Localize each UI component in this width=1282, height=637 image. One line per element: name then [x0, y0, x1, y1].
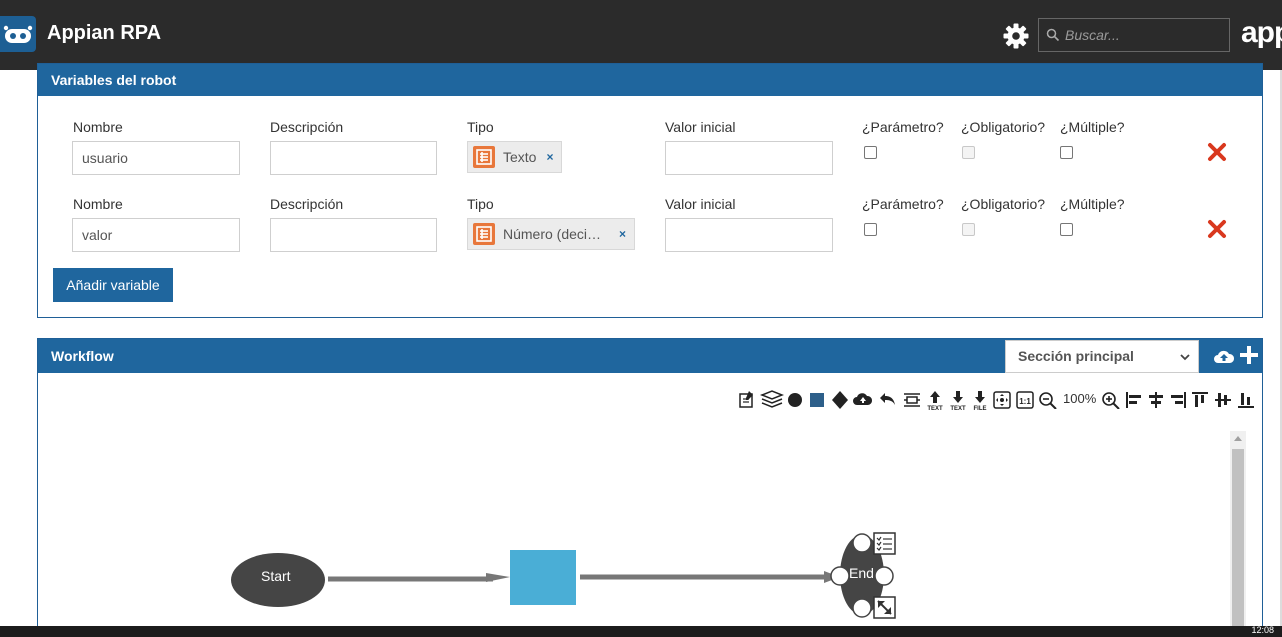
- multiple-checkbox[interactable]: [1060, 146, 1073, 159]
- description-label: Descripción: [270, 196, 344, 212]
- required-checkbox: [962, 223, 975, 236]
- multiple-label: ¿Múltiple?: [1060, 196, 1125, 212]
- description-label: Descripción: [270, 119, 344, 135]
- zoom-out-icon[interactable]: [1038, 389, 1058, 413]
- required-label: ¿Obligatorio?: [961, 119, 1046, 135]
- appian-brand-logo: appian: [1241, 16, 1282, 49]
- fit-screen-icon[interactable]: [992, 389, 1012, 413]
- resize-icon[interactable]: [873, 596, 896, 619]
- undo-icon[interactable]: [878, 389, 898, 413]
- workflow-title: Workflow: [51, 348, 114, 364]
- search-icon: [1046, 28, 1060, 42]
- actual-size-label: 1:1: [1019, 397, 1031, 406]
- circle-icon[interactable]: [786, 389, 806, 413]
- align-top-icon[interactable]: [1190, 389, 1210, 413]
- multiple-checkbox[interactable]: [1060, 223, 1073, 236]
- align-bottom-icon[interactable]: [1236, 389, 1256, 413]
- align-center-icon[interactable]: [1146, 389, 1166, 413]
- align-right-icon[interactable]: [1168, 389, 1188, 413]
- app-root: Appian RPA appian Variabl: [0, 0, 1282, 637]
- zoom-in-icon[interactable]: [1101, 389, 1121, 413]
- search-input[interactable]: [1065, 19, 1225, 51]
- cloud-upload-icon[interactable]: [1213, 345, 1235, 365]
- type-icon: [473, 223, 495, 245]
- end-node-label: End: [849, 565, 874, 581]
- variable-name-input[interactable]: [72, 141, 240, 175]
- delete-variable-icon[interactable]: [1206, 218, 1228, 240]
- end-handle-left[interactable]: [830, 566, 850, 586]
- robot-logo-icon[interactable]: [0, 16, 36, 52]
- cloud-icon[interactable]: [853, 389, 873, 413]
- multiple-label: ¿Múltiple?: [1060, 119, 1125, 135]
- variable-name-input[interactable]: [72, 218, 240, 252]
- parameter-checkbox[interactable]: [864, 146, 877, 159]
- diamond-icon[interactable]: [830, 389, 850, 413]
- workflow-header: Workflow Sección principal: [38, 339, 1262, 373]
- delete-variable-icon[interactable]: [1206, 141, 1228, 163]
- variable-description-input[interactable]: [270, 141, 437, 175]
- type-tag[interactable]: Número (decimal) ×: [467, 218, 635, 250]
- chevron-down-icon: [1180, 354, 1190, 361]
- variable-description-input[interactable]: [270, 218, 437, 252]
- robot-variables-panel: Variables del robot Nombre Descripción T…: [37, 63, 1263, 318]
- os-taskbar: 12:08: [0, 625, 1282, 637]
- end-handle-right[interactable]: [874, 566, 894, 586]
- parameter-checkbox[interactable]: [864, 223, 877, 236]
- workflow-canvas[interactable]: Start End: [38, 431, 1264, 637]
- app-title: Appian RPA: [47, 22, 162, 44]
- type-label: Tipo: [467, 196, 494, 212]
- initial-value-label: Valor inicial: [665, 196, 736, 212]
- end-handle-top[interactable]: [852, 533, 872, 553]
- app-header: Appian RPA appian: [0, 0, 1282, 70]
- start-node-label: Start: [261, 568, 291, 584]
- notes-icon[interactable]: [738, 389, 758, 413]
- end-handle-bottom[interactable]: [852, 598, 872, 618]
- initial-value-label: Valor inicial: [665, 119, 736, 135]
- actual-size-icon[interactable]: 1:1: [1015, 389, 1035, 413]
- remove-type-icon[interactable]: ×: [546, 150, 553, 164]
- type-tag-text: Texto: [503, 149, 537, 165]
- add-variable-button[interactable]: Añadir variable: [53, 268, 173, 302]
- search-box[interactable]: [1038, 18, 1230, 52]
- align-middle-icon[interactable]: [1213, 389, 1233, 413]
- upload-text-icon[interactable]: TEXT: [925, 389, 945, 413]
- download-text-icon[interactable]: TEXT: [948, 389, 968, 413]
- task-node[interactable]: [510, 550, 576, 605]
- type-icon: [473, 146, 495, 168]
- layers-icon[interactable]: [759, 389, 785, 413]
- zoom-level: 100%: [1063, 391, 1097, 406]
- robot-variables-title: Variables del robot: [38, 64, 1262, 96]
- section-select[interactable]: Sección principal: [1005, 340, 1199, 373]
- parameter-label: ¿Parámetro?: [862, 196, 944, 212]
- square-icon[interactable]: [808, 389, 828, 413]
- parameter-label: ¿Parámetro?: [862, 119, 944, 135]
- workflow-toolbar: TEXT TEXT FILE 1:1 100%: [38, 389, 1264, 415]
- scroll-thumb[interactable]: [1232, 449, 1244, 637]
- taskbar-clock: 12:08: [1251, 625, 1274, 635]
- download-file-label: FILE: [974, 406, 987, 412]
- align-text-icon[interactable]: [902, 389, 922, 413]
- remove-type-icon[interactable]: ×: [619, 227, 626, 241]
- name-label: Nombre: [73, 119, 123, 135]
- section-select-value: Sección principal: [1018, 348, 1134, 364]
- download-text-label: TEXT: [950, 406, 966, 412]
- type-tag[interactable]: Texto ×: [467, 141, 562, 173]
- required-checkbox: [962, 146, 975, 159]
- settings-gear-icon[interactable]: [1001, 21, 1031, 51]
- type-label: Tipo: [467, 119, 494, 135]
- required-label: ¿Obligatorio?: [961, 196, 1046, 212]
- type-tag-text: Número (decimal): [503, 226, 603, 242]
- add-section-icon[interactable]: [1238, 344, 1260, 366]
- initial-value-input[interactable]: [665, 141, 833, 175]
- scroll-up-icon[interactable]: [1234, 436, 1242, 441]
- checklist-icon[interactable]: [873, 532, 896, 555]
- download-file-icon[interactable]: FILE: [970, 389, 990, 413]
- canvas-vertical-scrollbar[interactable]: [1230, 431, 1246, 637]
- align-left-icon[interactable]: [1124, 389, 1144, 413]
- workflow-panel: Workflow Sección principal TEXT TEXT FIL…: [37, 338, 1263, 637]
- initial-value-input[interactable]: [665, 218, 833, 252]
- upload-text-label: TEXT: [927, 406, 943, 412]
- name-label: Nombre: [73, 196, 123, 212]
